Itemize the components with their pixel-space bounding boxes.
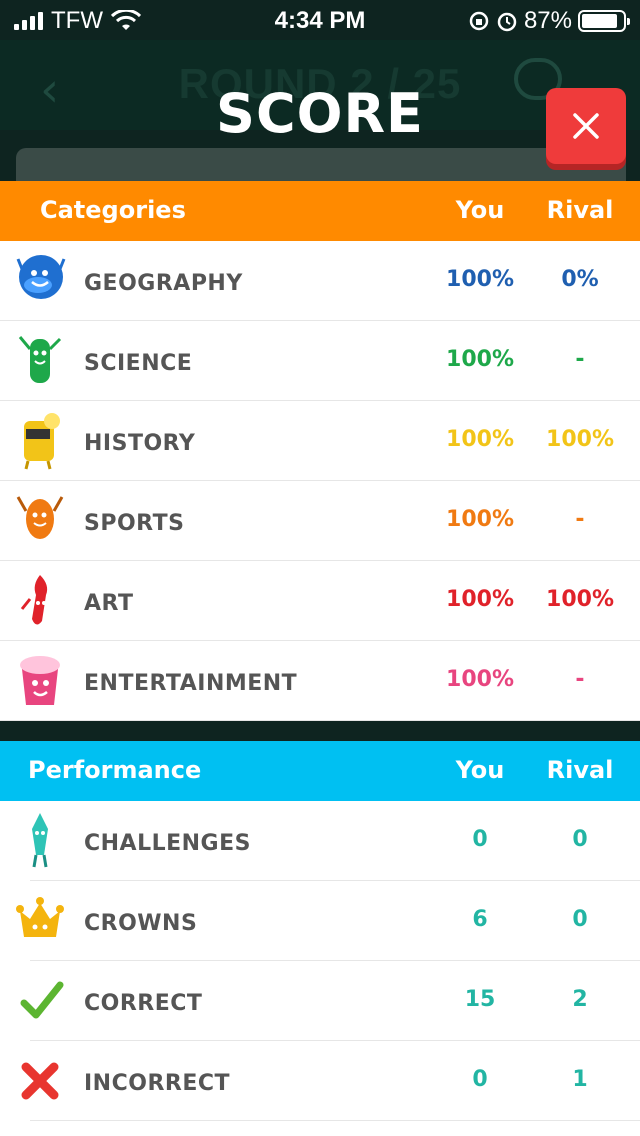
cross-icon: [10, 1049, 72, 1111]
row-label: SPORTS: [84, 511, 185, 536]
you-value: 100%: [446, 507, 514, 532]
you-value: 6: [472, 907, 488, 932]
you-column-header: You: [455, 756, 505, 784]
list-item-science: SCIENCE 100% -: [0, 321, 640, 401]
row-label: ENTERTAINMENT: [84, 671, 298, 696]
categories-header: Categories You Rival: [0, 181, 640, 241]
status-right: 87%: [468, 7, 630, 35]
crown-character-icon: [10, 889, 72, 951]
checkmark-icon: [10, 969, 72, 1031]
rival-value: 100%: [546, 427, 614, 452]
orientation-lock-icon: [469, 11, 489, 31]
list-item-challenges: CHALLENGES 0 0: [0, 801, 640, 881]
list-item-entertainment: ENTERTAINMENT 100% -: [0, 641, 640, 721]
performance-list: CHALLENGES 0 0 CROWNS 6 0 CORRECT 15 2 INCORRECT 0…: [0, 801, 640, 1136]
you-value: 0: [472, 827, 488, 852]
row-label: INCORRECT: [84, 1071, 231, 1096]
rival-value: -: [575, 667, 585, 692]
you-value: 100%: [446, 587, 514, 612]
you-value: 100%: [446, 667, 514, 692]
rival-value: 100%: [546, 587, 614, 612]
list-item-crowns: CROWNS 6 0: [0, 881, 640, 961]
close-button[interactable]: [546, 88, 626, 164]
modal-title: SCORE: [216, 82, 424, 145]
rival-value: -: [575, 507, 585, 532]
list-item-geography: GEOGRAPHY 100% 0%: [0, 241, 640, 321]
row-label: GEOGRAPHY: [84, 271, 243, 296]
close-icon: [573, 113, 599, 139]
rival-value: 0%: [561, 267, 599, 292]
battery-icon: [578, 10, 630, 32]
list-item-incorrect: INCORRECT 0 1: [0, 1041, 640, 1121]
you-column-header: You: [455, 196, 505, 224]
row-label: CROWNS: [84, 911, 198, 936]
categories-title: Categories: [40, 196, 186, 224]
rival-value: 1: [572, 1067, 588, 1092]
categories-list: GEOGRAPHY 100% 0% SCIENCE 100% - HISTORY 100% 10…: [0, 241, 640, 721]
performance-title: Performance: [28, 756, 202, 784]
geography-character-icon: [10, 249, 72, 311]
rival-value: 2: [572, 987, 588, 1012]
performance-header: Performance You Rival: [0, 741, 640, 801]
list-item-sports: SPORTS 100% -: [0, 481, 640, 561]
rival-value: 0: [572, 907, 588, 932]
you-value: 0: [472, 1067, 488, 1092]
status-bar: TFW 4:34 PM 87%: [0, 0, 640, 40]
list-item-art: ART 100% 100%: [0, 561, 640, 641]
row-label: HISTORY: [84, 431, 196, 456]
art-character-icon: [10, 569, 72, 631]
you-value: 100%: [446, 347, 514, 372]
rival-column-header: Rival: [546, 196, 614, 224]
you-value: 15: [464, 987, 496, 1012]
history-character-icon: [10, 409, 72, 471]
row-label: SCIENCE: [84, 351, 193, 376]
science-character-icon: [10, 329, 72, 391]
challenges-character-icon: [10, 809, 72, 871]
rival-value: -: [575, 347, 585, 372]
you-value: 100%: [446, 427, 514, 452]
battery-percent: 87%: [523, 7, 572, 34]
rival-value: 0: [572, 827, 588, 852]
list-item-correct: CORRECT 15 2: [0, 961, 640, 1041]
row-label: CORRECT: [84, 991, 203, 1016]
sports-character-icon: [10, 489, 72, 551]
rival-column-header: Rival: [546, 756, 614, 784]
row-label: CHALLENGES: [84, 831, 251, 856]
row-label: ART: [84, 591, 134, 616]
alarm-icon: [497, 12, 517, 32]
list-item-history: HISTORY 100% 100%: [0, 401, 640, 481]
you-value: 100%: [446, 267, 514, 292]
entertainment-character-icon: [10, 649, 72, 711]
